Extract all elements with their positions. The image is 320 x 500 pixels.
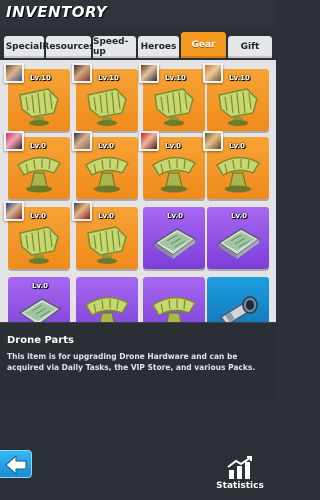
item-slot[interactable]: Lv.10 [4,63,70,131]
tab-gear[interactable]: Gear [181,32,226,58]
drone-stand-icon [151,156,197,193]
tab-special[interactable]: Special [4,36,44,58]
drone-stand-icon [151,296,197,322]
statistics-label: Statistics [216,481,264,491]
item-slot[interactable]: Lv.0 [207,207,269,269]
item-slot[interactable]: Lv.0 [4,131,70,199]
drone-stand-icon [215,156,261,193]
drone-panel-icon [153,228,197,259]
tab-heroes[interactable]: Heroes [138,36,179,58]
item-slot[interactable] [76,277,138,322]
drone-wing-icon [154,88,194,126]
drone-wing-icon [87,88,127,126]
drone-stand-icon [16,156,62,193]
item-slot[interactable]: Lv.0 [72,201,138,269]
item-description-panel: Drone Parts This item is for upgrading D… [0,322,276,402]
drone-wing-icon [19,226,59,264]
statistics-button[interactable]: Statistics [208,455,272,495]
tab-resources[interactable]: Resources [42,36,95,58]
drone-stand-icon [84,296,130,322]
drone-scope-icon [219,296,258,322]
tab-speed-up[interactable]: Speed-up [93,36,136,58]
tab-gift[interactable]: Gift [228,36,272,58]
item-slot[interactable]: Lv.10 [139,63,205,131]
bottom-bar: Statistics [0,402,276,500]
item-slot[interactable]: Lv.0 [143,207,205,269]
header-bar: INVENTORY [0,0,276,26]
drone-panel-icon [217,228,261,259]
item-slot[interactable]: Lv.0 [4,201,70,269]
drone-wing-icon [19,88,59,126]
item-description: This item is for upgrading Drone Hardwar… [7,352,256,372]
item-slot[interactable] [207,277,269,322]
item-slot[interactable] [143,277,205,322]
item-slot[interactable]: Lv.0 [139,131,205,199]
drone-wing-icon [218,88,258,126]
item-grid: Lv.10 Lv.10 Lv.10 Lv.10 Lv.0 Lv.0 Lv.0 L… [0,60,276,322]
back-button[interactable] [0,450,32,478]
item-slot[interactable]: Lv.10 [203,63,269,131]
drone-panel-icon [18,298,62,322]
drone-wing-icon [87,226,127,264]
item-slot[interactable]: Lv.10 [72,63,138,131]
item-slot[interactable]: Lv.0 [203,131,269,199]
bar-chart-icon [227,456,252,479]
arrow-left-icon [5,454,27,476]
item-name: Drone Parts [7,335,74,346]
item-slot[interactable]: Lv.0 [72,131,138,199]
tab-bar: Special Resources Speed-up Heroes Gear G… [0,30,276,60]
page-title: INVENTORY [6,3,108,21]
item-slot[interactable]: Lv.0 [8,277,70,322]
drone-stand-icon [84,156,130,193]
